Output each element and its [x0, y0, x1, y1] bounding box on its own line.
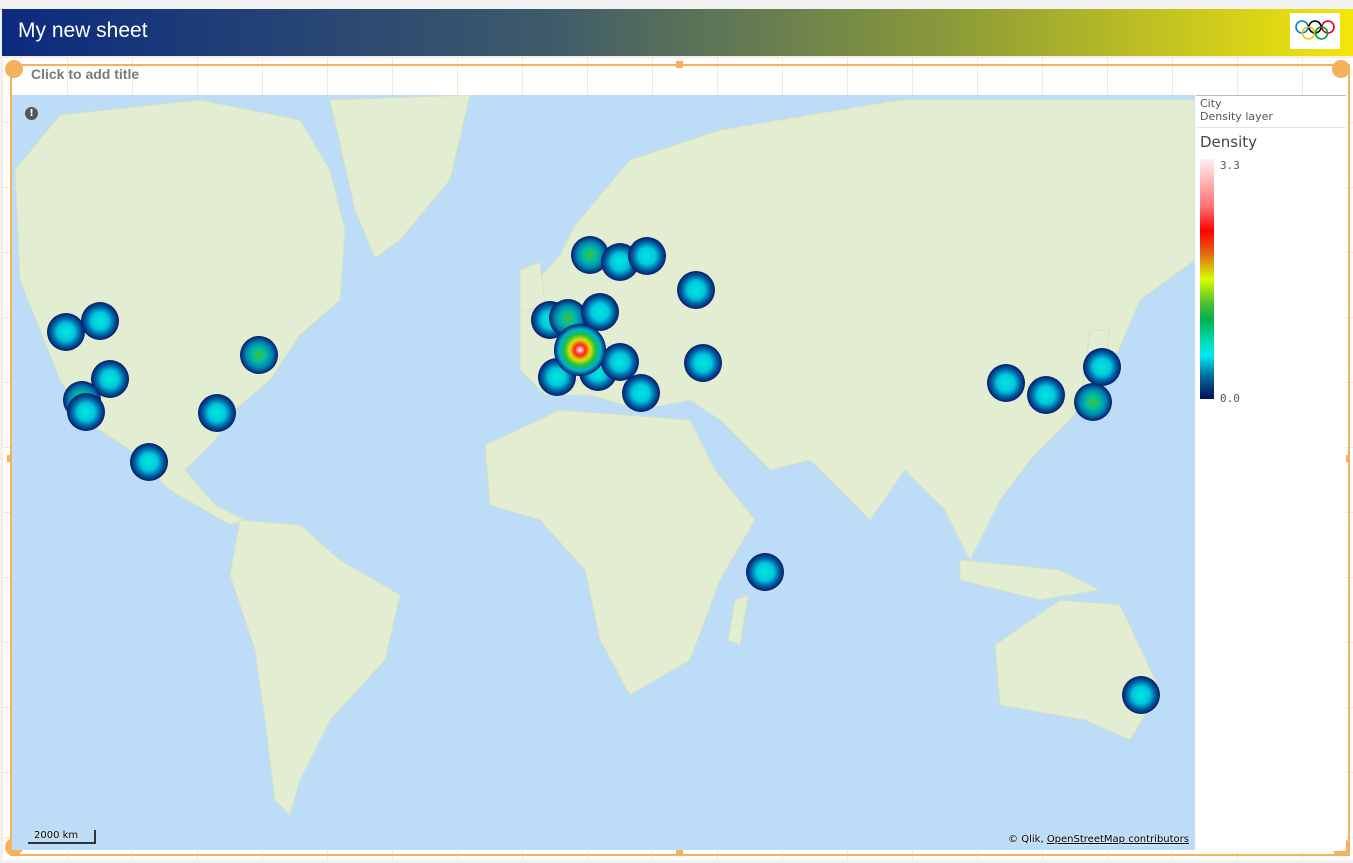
density-color-ramp	[1200, 159, 1214, 399]
density-hotspot[interactable]	[622, 374, 660, 412]
legend-divider	[1196, 127, 1346, 128]
density-hotspot[interactable]	[1074, 383, 1112, 421]
resize-handle-top-right[interactable]	[1332, 60, 1350, 78]
density-hotspot[interactable]	[1083, 348, 1121, 386]
map-legend: City Density layer Density 3.3 0.0	[1196, 95, 1346, 851]
legend-max-label: 3.3	[1220, 159, 1240, 172]
density-hotspot[interactable]	[47, 313, 85, 351]
osm-link[interactable]: OpenStreetMap contributors	[1047, 834, 1189, 845]
density-hotspot[interactable]	[628, 237, 666, 275]
sheet-header: My new sheet	[2, 9, 1353, 56]
base-map	[14, 95, 1195, 816]
map-attribution: © Qlik, OpenStreetMap contributors	[1008, 834, 1189, 845]
density-hotspot[interactable]	[81, 302, 119, 340]
attribution-text: © Qlik,	[1008, 834, 1047, 845]
density-hotspot[interactable]	[987, 364, 1025, 402]
olympic-rings-logo	[1290, 13, 1340, 49]
greenland	[329, 95, 471, 259]
south-america	[229, 519, 401, 816]
density-hotspot[interactable]	[130, 443, 168, 481]
map-view[interactable]: ! 2000 km © Qlik, OpenStreetMap contribu…	[12, 95, 1195, 850]
density-hotspot[interactable]	[601, 343, 639, 381]
africa	[484, 409, 756, 696]
legend-title: Density	[1200, 133, 1258, 151]
object-title-placeholder[interactable]: Click to add title	[31, 66, 139, 82]
indonesia	[959, 559, 1102, 601]
density-hotspot[interactable]	[677, 271, 715, 309]
density-hotspot[interactable]	[67, 393, 105, 431]
sheet-title: My new sheet	[18, 19, 148, 42]
legend-dimension: City	[1200, 97, 1222, 110]
north-america	[14, 99, 346, 526]
density-hotspot[interactable]	[684, 344, 722, 382]
density-hotspot[interactable]	[1027, 376, 1065, 414]
resize-handle-bottom[interactable]	[676, 849, 683, 856]
legend-layer: Density layer	[1200, 110, 1273, 123]
density-hotspot[interactable]	[198, 394, 236, 432]
density-hotspot[interactable]	[1122, 676, 1160, 714]
resize-handle-top[interactable]	[676, 61, 683, 68]
density-hotspot[interactable]	[746, 553, 784, 591]
madagascar	[727, 594, 749, 646]
resize-handle-top-left[interactable]	[5, 60, 23, 78]
warning-icon[interactable]: !	[25, 107, 38, 120]
density-hotspot[interactable]	[554, 324, 606, 376]
density-hotspot[interactable]	[240, 336, 278, 374]
legend-min-label: 0.0	[1220, 392, 1240, 405]
scale-bar: 2000 km	[28, 830, 97, 844]
australia	[994, 599, 1161, 741]
